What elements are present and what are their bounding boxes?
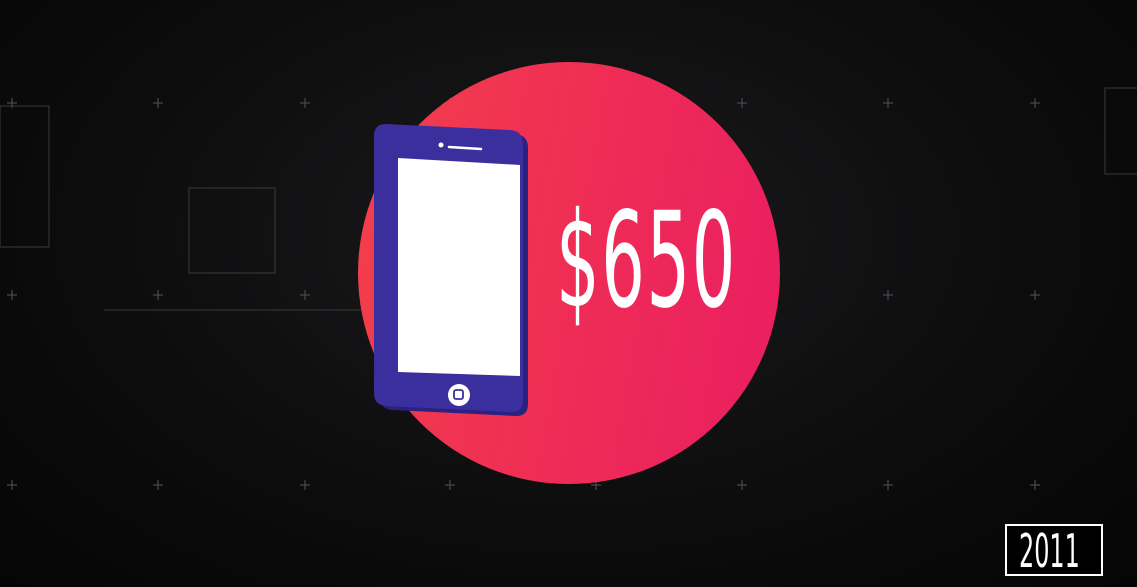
grid-square [188,187,276,274]
grid-cross-mark [737,98,747,108]
grid-cross-mark [300,290,310,300]
phone-screen [398,158,520,376]
grid-square [1104,87,1137,175]
grid-cross-mark [445,480,455,490]
grid-cross-mark [1030,98,1040,108]
grid-cross-mark [883,290,893,300]
grid-cross-mark [300,98,310,108]
grid-cross-mark [153,480,163,490]
phone-home-button [448,384,470,406]
grid-cross-mark [1030,290,1040,300]
year-label: 2011 [1019,524,1080,578]
grid-cross-mark [153,290,163,300]
grid-cross-mark [7,290,17,300]
price-label: $650 [556,184,737,338]
phone-camera [438,142,444,148]
grid-cross-mark [1030,480,1040,490]
grid-square [0,105,50,248]
video-frame: $650 2011 [0,0,1137,587]
grid-cross-mark [300,480,310,490]
grid-cross-mark [7,480,17,490]
grid-cross-mark [883,480,893,490]
grid-cross-mark [153,98,163,108]
smartphone-icon [374,124,528,416]
grid-cross-mark [737,480,747,490]
year-badge: 2011 [1005,524,1103,576]
grid-cross-mark [883,98,893,108]
